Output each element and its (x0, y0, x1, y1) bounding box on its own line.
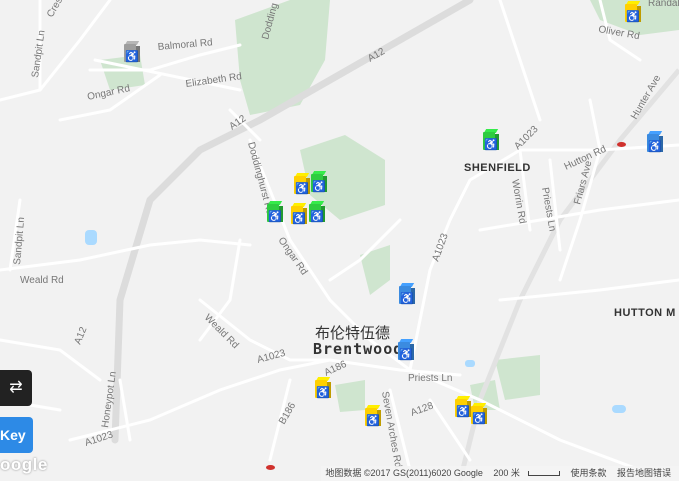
map-canvas[interactable]: Crescent Dodding Sandpit Ln Balmoral Rd … (0, 0, 679, 481)
google-logo: oogle (0, 455, 48, 474)
rail-station-icon[interactable] (266, 465, 275, 470)
wheelchair-icon: ♿ (399, 349, 413, 361)
accessibility-marker[interactable]: ♿ (267, 200, 283, 223)
wheelchair-icon: ♿ (310, 211, 324, 223)
map-data-attribution[interactable]: 地图数据 ©2017 GS(2011)6020 Google (325, 468, 483, 478)
accessibility-marker[interactable]: ♿ (309, 200, 325, 223)
scale-label: 200 米 (493, 468, 520, 478)
accessibility-marker[interactable]: ♿ (625, 0, 641, 23)
key-button[interactable]: Key (0, 417, 33, 453)
accessibility-marker[interactable]: ♿ (455, 395, 471, 418)
wheelchair-icon: ♿ (125, 51, 139, 63)
accessibility-marker[interactable]: ♿ (399, 282, 415, 305)
accessibility-marker[interactable]: ♿ (471, 402, 487, 425)
place-label-hutton: HUTTON M (614, 307, 676, 319)
map-footer: 地图数据 ©2017 GS(2011)6020 Google 200 米 使用条… (321, 466, 679, 481)
accessibility-marker[interactable]: ♿ (291, 202, 307, 225)
accessibility-marker[interactable]: ♿ (483, 128, 499, 151)
place-label-shenfield: SHENFIELD (464, 162, 531, 174)
wheelchair-icon: ♿ (456, 406, 470, 418)
wheelchair-icon: ♿ (648, 141, 662, 153)
accessibility-marker[interactable]: ♿ (315, 376, 331, 399)
wheelchair-icon: ♿ (400, 293, 414, 305)
wheelchair-icon: ♿ (316, 387, 330, 399)
rail-station-icon[interactable] (617, 142, 626, 147)
scale-bar (527, 471, 560, 477)
road-label-randall: Randall (648, 0, 679, 9)
wheelchair-icon: ♿ (366, 415, 380, 427)
road-label-weald-rd-left: Weald Rd (20, 275, 64, 286)
report-map-error-link[interactable]: 报告地图错误 (617, 468, 671, 478)
accessibility-marker[interactable]: ♿ (294, 172, 310, 195)
wheelchair-icon: ♿ (295, 183, 309, 195)
wheelchair-icon: ♿ (484, 139, 498, 151)
accessibility-marker[interactable]: ♿ (311, 170, 327, 193)
wheelchair-icon: ♿ (268, 211, 282, 223)
accessibility-marker[interactable]: ♿ (647, 130, 663, 153)
accessibility-marker[interactable]: ♿ (398, 338, 414, 361)
wheelchair-icon: ♿ (312, 181, 326, 193)
wheelchair-icon: ♿ (472, 413, 486, 425)
wheelchair-icon: ♿ (626, 11, 640, 23)
accessibility-marker[interactable]: ♿ (124, 40, 140, 63)
accessibility-marker[interactable]: ♿ (365, 404, 381, 427)
terms-link[interactable]: 使用条款 (570, 468, 606, 478)
road-label-priests-ln: Priests Ln (408, 373, 452, 384)
swap-icon[interactable]: ⇄ (0, 370, 32, 406)
place-label-brentwood: Brentwood (313, 340, 403, 358)
wheelchair-icon: ♿ (292, 213, 306, 225)
